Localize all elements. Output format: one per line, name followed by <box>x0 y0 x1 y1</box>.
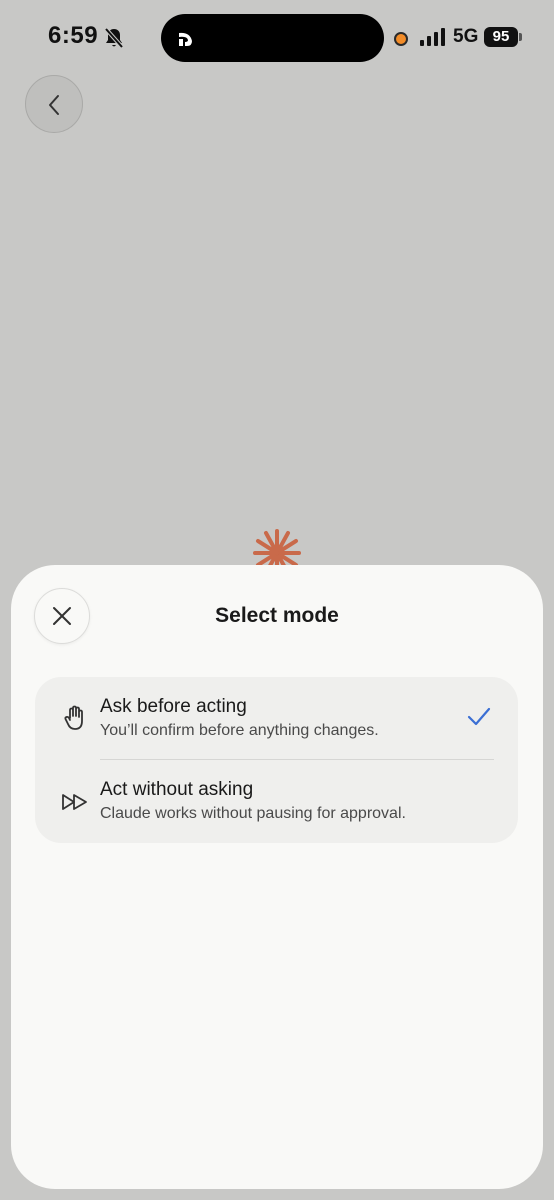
battery-nub <box>519 33 522 41</box>
checkmark-icon <box>467 707 491 726</box>
battery-icon: 95 <box>484 27 518 47</box>
mode-option-ask-before-acting[interactable]: Ask before acting You’ll confirm before … <box>35 677 518 759</box>
screen: 6:59 5G 95 Select mode Ask before acting… <box>0 0 554 1200</box>
signal-icon <box>420 28 445 46</box>
bell-slash-icon <box>104 27 124 49</box>
sheet-title: Select mode <box>215 604 339 627</box>
network-label: 5G <box>453 26 479 47</box>
mode-description: You’ll confirm before anything changes. <box>100 722 379 739</box>
mode-list: Ask before acting You’ll confirm before … <box>35 677 518 843</box>
status-time: 6:59 <box>48 22 99 49</box>
select-mode-sheet: Select mode Ask before acting You’ll con… <box>11 565 543 1189</box>
mode-description: Claude works without pausing for approva… <box>100 805 406 822</box>
hand-icon <box>64 705 83 730</box>
chevron-left-icon <box>49 95 59 115</box>
mode-title: Ask before acting <box>100 696 247 717</box>
back-button[interactable] <box>25 75 83 133</box>
mode-option-act-without-asking[interactable]: Act without asking Claude works without … <box>35 760 518 842</box>
fast-forward-icon <box>62 794 87 810</box>
recording-indicator <box>394 32 408 46</box>
mode-title: Act without asking <box>100 779 254 800</box>
app-activity-icon <box>179 32 192 46</box>
